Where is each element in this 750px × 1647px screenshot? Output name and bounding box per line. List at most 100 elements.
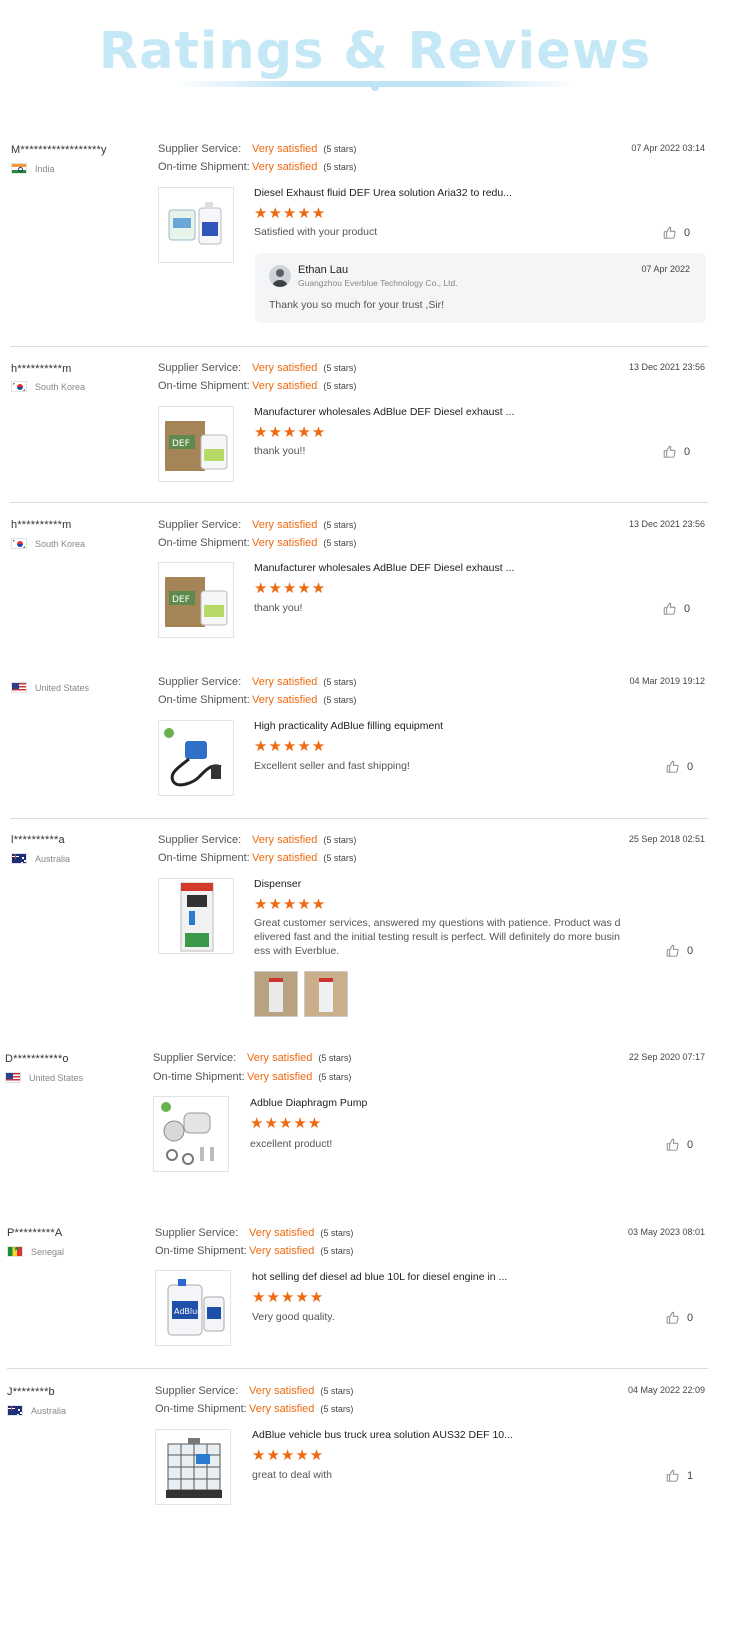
- product-title-link[interactable]: Manufacturer wholesales AdBlue DEF Diese…: [254, 562, 514, 574]
- reviewer-country: Australia: [11, 853, 70, 864]
- country-name: Australia: [31, 1405, 67, 1416]
- product-title-link[interactable]: Dispenser: [254, 878, 301, 890]
- review-date: 13 Dec 2021 23:56: [628, 362, 705, 372]
- rating-stars-text: (5 stars): [323, 835, 357, 845]
- product-title-link[interactable]: Diesel Exhaust fluid DEF Urea solution A…: [254, 187, 512, 199]
- dispenser-icon: [180, 882, 214, 952]
- product-thumbnail[interactable]: [158, 720, 234, 796]
- page-title: Ratings & Reviews: [98, 22, 652, 81]
- rating-value: Very satisfied: [249, 1227, 315, 1239]
- supplier-service-rating: Supplier Service: Very satisfied (5 stars): [158, 519, 356, 531]
- product-title-link[interactable]: High practicality AdBlue filling equipme…: [254, 720, 443, 732]
- review-date: 03 May 2023 08:01: [627, 1227, 705, 1237]
- review-date: 04 Mar 2019 19:12: [629, 676, 705, 686]
- rating-value: Very satisfied: [249, 1245, 315, 1257]
- rating-stars-text: (5 stars): [323, 381, 357, 391]
- rating-value: Very satisfied: [252, 362, 318, 374]
- country-name: Australia: [35, 853, 71, 864]
- reviewer-name: P*********A: [7, 1227, 63, 1239]
- like-button[interactable]: 0: [666, 1138, 693, 1151]
- rating-stars-text: (5 stars): [320, 1228, 354, 1238]
- supplier-service-rating: Supplier Service: Very satisfied (5 stars): [155, 1385, 353, 1397]
- product-thumbnail[interactable]: AdBlue: [155, 1270, 231, 1346]
- like-button[interactable]: 0: [663, 445, 690, 458]
- reviewer-name: M******************y: [11, 144, 107, 156]
- shipment-label: On-time Shipment:: [155, 1245, 247, 1257]
- rating-stars-text: (5 stars): [323, 363, 357, 373]
- product-thumbnail[interactable]: [155, 1429, 231, 1505]
- like-button[interactable]: 0: [666, 1311, 693, 1324]
- united-states-flag-icon: [5, 1072, 21, 1083]
- supplier-reply: Ethan Lau Guangzhou Everblue Technology …: [255, 253, 706, 323]
- product-title-link[interactable]: AdBlue vehicle bus truck urea solution A…: [252, 1429, 513, 1441]
- rating-value: Very satisfied: [252, 676, 318, 688]
- reviewer-name: J********b: [7, 1386, 55, 1398]
- review-date: 22 Sep 2020 07:17: [628, 1052, 705, 1062]
- south-korea-flag-icon: [11, 538, 27, 549]
- review-photo[interactable]: [254, 971, 298, 1017]
- shipment-rating: On-time Shipment: Very satisfied (5 stars): [155, 1245, 353, 1257]
- like-button[interactable]: 0: [663, 602, 690, 615]
- thumbs-up-icon: [666, 1138, 679, 1151]
- product-thumbnail[interactable]: DEF: [158, 562, 234, 638]
- review-star-rating: ★★★★★: [254, 896, 327, 913]
- thumbs-up-icon: [663, 226, 676, 239]
- rating-value: Very satisfied: [249, 1385, 315, 1397]
- avatar: [269, 265, 291, 287]
- rating-value: Very satisfied: [249, 1403, 315, 1415]
- review-comment: great to deal with: [252, 1469, 332, 1481]
- product-title-link[interactable]: hot selling def diesel ad blue 10L for d…: [252, 1271, 507, 1283]
- reply-author: Ethan Lau: [298, 264, 349, 276]
- reviewer-name: D***********o: [5, 1053, 69, 1065]
- supplier-service-rating: Supplier Service: Very satisfied (5 stars): [155, 1227, 353, 1239]
- diaphragm-pump-icon: [161, 1102, 214, 1165]
- svg-text:DEF: DEF: [172, 595, 190, 605]
- rating-value: Very satisfied: [247, 1071, 313, 1083]
- like-button[interactable]: 0: [663, 226, 690, 239]
- shipment-label: On-time Shipment:: [158, 537, 250, 549]
- review-photo[interactable]: [304, 971, 348, 1017]
- reviewer-country: Australia: [7, 1405, 66, 1416]
- like-count: 0: [687, 1311, 694, 1324]
- rating-value: Very satisfied: [252, 694, 318, 706]
- rating-value: Very satisfied: [247, 1052, 313, 1064]
- reviewer-name: l**********a: [11, 834, 65, 846]
- product-thumbnail[interactable]: [158, 878, 234, 954]
- like-button[interactable]: 1: [666, 1469, 693, 1482]
- product-title-link[interactable]: Adblue Diaphragm Pump: [250, 1097, 367, 1109]
- like-count: 0: [684, 226, 691, 239]
- like-button[interactable]: 0: [666, 944, 693, 957]
- like-count: 0: [687, 944, 694, 957]
- country-name: United States: [35, 682, 90, 693]
- supplier-service-rating: Supplier Service: Very satisfied (5 stars): [158, 834, 356, 846]
- reviewer-country: South Korea: [11, 381, 85, 392]
- supplier-service-rating: Supplier Service: Very satisfied (5 stars): [158, 676, 356, 688]
- rating-value: Very satisfied: [252, 537, 318, 549]
- supplier-service-label: Supplier Service:: [153, 1052, 237, 1064]
- review-star-rating: ★★★★★: [252, 1447, 325, 1464]
- product-thumbnail[interactable]: [158, 187, 234, 263]
- review-comment: excellent product!: [250, 1138, 333, 1150]
- product-thumbnail[interactable]: DEF: [158, 406, 234, 482]
- review-star-rating: ★★★★★: [250, 1115, 323, 1132]
- like-button[interactable]: 0: [666, 760, 693, 773]
- united-states-flag-icon: [11, 682, 27, 693]
- review-date: 07 Apr 2022 03:14: [631, 143, 705, 153]
- country-name: South Korea: [35, 381, 86, 392]
- review-comment: thank you!: [254, 602, 303, 614]
- reviewer-country: Senegal: [7, 1246, 64, 1257]
- rating-value: Very satisfied: [252, 834, 318, 846]
- rating-value: Very satisfied: [252, 380, 318, 392]
- shipment-rating: On-time Shipment: Very satisfied (5 stars): [158, 161, 356, 173]
- product-thumbnail[interactable]: [153, 1096, 229, 1172]
- country-name: United States: [29, 1072, 84, 1083]
- rating-stars-text: (5 stars): [320, 1386, 354, 1396]
- review-comment: Very good quality.: [252, 1311, 335, 1323]
- product-title-link[interactable]: Manufacturer wholesales AdBlue DEF Diese…: [254, 406, 514, 418]
- supplier-service-label: Supplier Service:: [158, 362, 242, 374]
- review-date: 25 Sep 2018 02:51: [628, 834, 705, 844]
- divider: [10, 818, 708, 819]
- rating-stars-text: (5 stars): [318, 1053, 352, 1063]
- shipment-rating: On-time Shipment: Very satisfied (5 stars): [155, 1403, 353, 1415]
- shipment-rating: On-time Shipment: Very satisfied (5 stars): [158, 537, 356, 549]
